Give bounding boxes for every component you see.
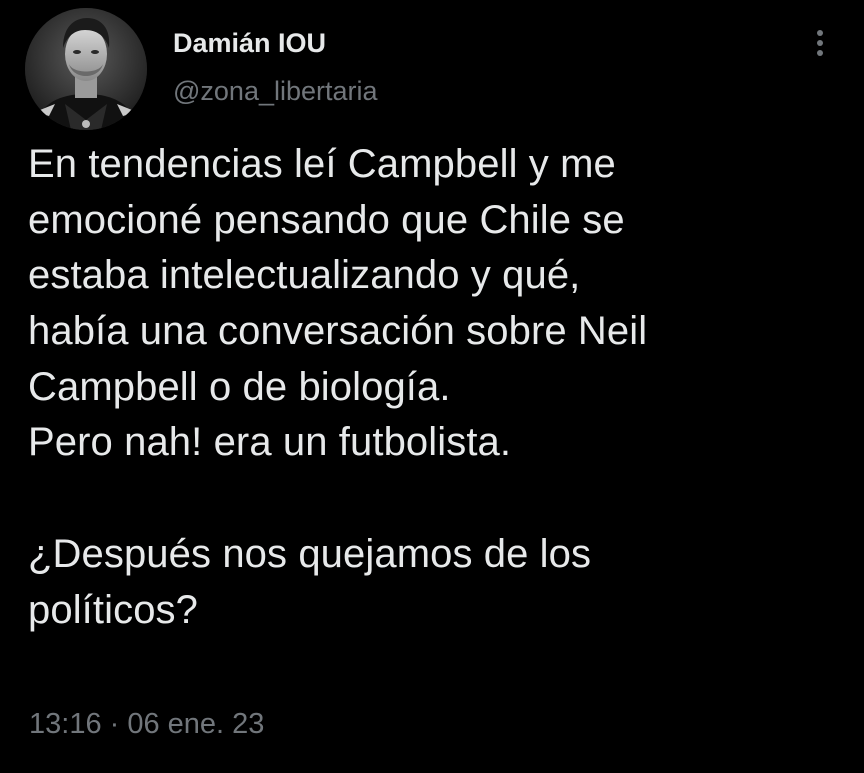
author-display-name[interactable]: Damián IOU <box>173 28 326 59</box>
more-options-icon <box>817 30 823 36</box>
tweet-text-line: Campbell o de biología. <box>28 364 451 409</box>
tweet-card: Damián IOU @zona_libertaria En tendencia… <box>0 0 864 773</box>
author-handle[interactable]: @zona_libertaria <box>173 76 378 107</box>
tweet-timestamp[interactable]: 13:16 · 06 ene. 23 <box>29 708 264 741</box>
tweet-text-line: En tendencias leí Campbell y me <box>28 142 616 186</box>
avatar-photo-icon <box>25 8 147 130</box>
tweet-text-line: había una conversación sobre Neil <box>28 309 648 354</box>
more-options-dot <box>817 40 823 46</box>
tweet-text-line: estaba intelectualizando y qué, <box>28 253 581 298</box>
tweet-text-line: Pero nah! era un futbolista. <box>28 420 512 465</box>
tweet-text-line: políticos? <box>28 587 198 632</box>
more-options-dot <box>817 50 823 56</box>
tweet-text-line: emocioné pensando que Chile se <box>28 197 625 242</box>
more-options-button[interactable] <box>805 24 835 62</box>
tweet-text-line: ¿Después nos quejamos de los <box>28 531 592 576</box>
tweet-text: En tendencias leí Campbell y me emocioné… <box>28 137 848 638</box>
author-avatar[interactable] <box>25 8 147 130</box>
